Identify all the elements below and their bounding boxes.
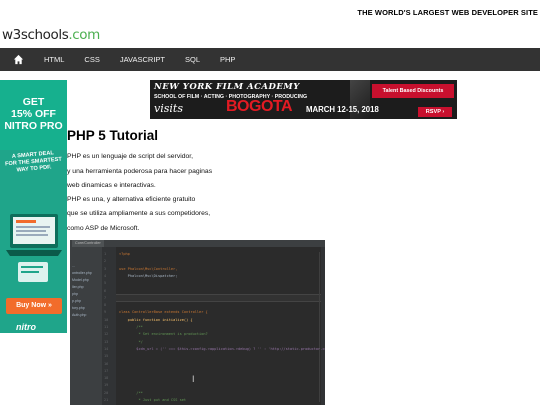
code-editor-screenshot: Core/Controller ... ontroller.php Model.ph…	[70, 240, 325, 405]
ad-headline: GET 15% OFF NITRO PRO	[0, 96, 67, 132]
line-number: 9	[104, 310, 107, 315]
logo-text: w3schools	[2, 27, 69, 43]
nav-php[interactable]: PHP	[210, 48, 245, 71]
banner-city: BOGOTA	[226, 98, 293, 115]
code-line: /**	[119, 325, 143, 329]
nav-css[interactable]: CSS	[74, 48, 109, 71]
buy-now-button[interactable]: Buy Now »	[6, 298, 62, 314]
line-number: 12	[104, 332, 109, 337]
editor-tab: Core/Controller	[72, 240, 104, 247]
ad-headline-1: GET	[22, 96, 45, 108]
code-line: <?php	[119, 252, 130, 256]
line-number: 6	[104, 288, 107, 293]
rsvp-button[interactable]: RSVP ›	[418, 107, 452, 117]
tree-item[interactable]: ller.php	[72, 285, 84, 289]
line-number: 21	[104, 398, 109, 402]
ad-headline-3: NITRO PRO	[4, 120, 63, 132]
tree-item[interactable]: ...	[72, 264, 75, 268]
tree-item[interactable]: Model.php	[72, 278, 89, 282]
intro-line-5: que se utiliza ampliamente a sus competi…	[67, 210, 211, 217]
header-tagline: THE WORLD'S LARGEST WEB DEVELOPER SITE	[357, 8, 538, 17]
code-line: Phalcon\Mvc\Dispatcher;	[119, 273, 178, 278]
nitro-logo: nitro	[16, 322, 36, 332]
line-number: 16	[104, 361, 109, 366]
tree-item[interactable]: ontroller.php	[72, 271, 92, 275]
banner-title: NEW YORK FILM ACADEMY	[154, 82, 300, 92]
right-margin-guide	[319, 252, 320, 402]
site-logo[interactable]: w3schools.com	[2, 27, 100, 43]
page-title: PHP 5 Tutorial	[67, 128, 159, 143]
line-number: 7	[104, 295, 107, 300]
line-number: 14	[104, 346, 109, 351]
intro-line-1: PHP es un lenguaje de script del servido…	[67, 153, 194, 160]
home-icon	[13, 54, 23, 65]
nav-javascript[interactable]: JAVASCRIPT	[110, 48, 175, 71]
code-line: class ControllerBase extends Controller …	[119, 310, 208, 315]
logo-tld: .com	[68, 27, 100, 43]
ad-headline-2: 15% OFF	[11, 108, 56, 120]
tree-item[interactable]: Auth.php	[72, 313, 86, 317]
line-number: 20	[104, 390, 109, 395]
banner-dates: MARCH 12-15, 2018	[306, 105, 379, 114]
home-button[interactable]	[0, 48, 36, 71]
intro-line-2: y una herramienta poderosa para hacer pa…	[67, 168, 213, 175]
line-number: 11	[104, 325, 109, 329]
intro-line-3: web dinamicas e interactivas.	[67, 182, 156, 189]
line-number: 4	[104, 273, 107, 278]
code-line: $cdn_url = ('' === $this->config->applic…	[119, 346, 325, 351]
line-number: 18	[104, 376, 109, 381]
text-cursor-icon: I	[192, 374, 195, 384]
tree-item[interactable]: tory.php	[72, 306, 85, 310]
top-navbar: HTML CSS JAVASCRIPT SQL PHP	[0, 48, 540, 71]
code-line: */	[119, 339, 143, 344]
line-number: 15	[104, 354, 109, 359]
nyfa-banner-ad[interactable]: NEW YORK FILM ACADEMY SCHOOL OF FILM · A…	[150, 80, 457, 119]
laptop-illustration	[6, 214, 62, 282]
banner-visits: visits	[154, 102, 183, 115]
current-line-highlight	[116, 294, 325, 302]
tree-item[interactable]: php	[72, 292, 78, 296]
line-number: 1	[104, 252, 107, 256]
line-number: 3	[104, 266, 107, 271]
line-number: 10	[104, 317, 109, 322]
code-line: * Just put and CSS set	[119, 398, 187, 402]
line-number: 8	[104, 303, 107, 308]
ad-pitch: A SMART DEAL FOR THE SMARTEST WAY TO PDF…	[0, 149, 67, 176]
code-line: /**	[119, 390, 143, 395]
line-number: 13	[104, 339, 109, 344]
intro-line-6: como ASP de Microsoft.	[67, 225, 140, 232]
line-number: 2	[104, 259, 107, 264]
intro-line-4: PHP es una, y alternativa eficiente grat…	[67, 196, 196, 203]
code-line: use Phalcon\Mvc\Controller,	[119, 266, 178, 271]
nitro-pro-ad[interactable]: GET 15% OFF NITRO PRO A SMART DEAL FOR T…	[0, 80, 67, 333]
line-number: 19	[104, 383, 109, 388]
code-line: * Set environment is production?	[119, 332, 208, 337]
tree-item[interactable]: p.php	[72, 299, 81, 303]
code-line: public function initialize() {	[119, 317, 193, 322]
editor-tabbar	[70, 240, 325, 247]
editor-scrollbar[interactable]	[321, 247, 325, 405]
line-number: 17	[104, 368, 109, 373]
banner-tag: Talent Based Discounts	[372, 84, 454, 98]
nav-html[interactable]: HTML	[36, 48, 74, 71]
line-number: 5	[104, 281, 107, 286]
nav-sql[interactable]: SQL	[175, 48, 210, 71]
